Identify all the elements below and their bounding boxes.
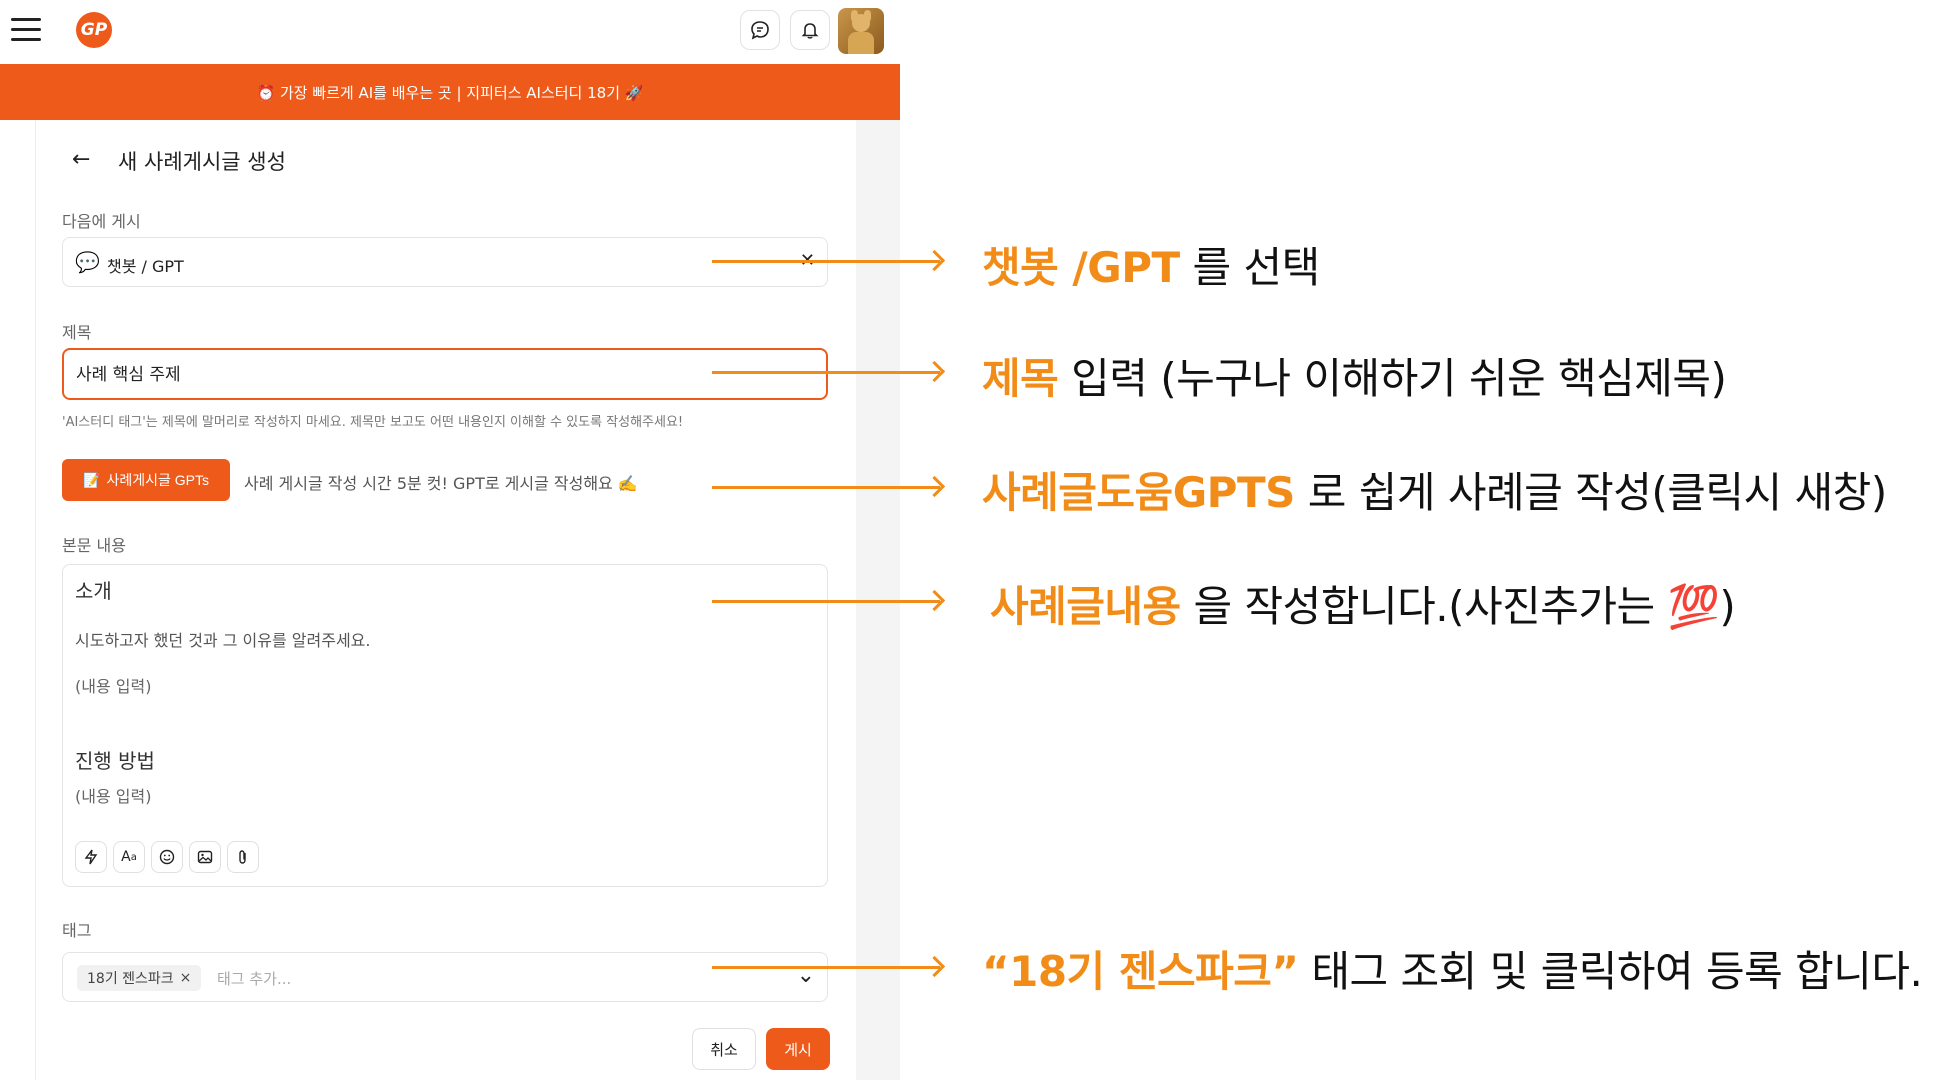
emoji-icon[interactable] (151, 841, 183, 873)
annotation-note-2: 제목 입력 (누구나 이해하기 쉬운 핵심제목) (982, 354, 1727, 403)
app-panel: GP ⏰ 가장 빠르게 AI를 배우는 곳 | 지피터스 AI스터디 18기 🚀… (0, 0, 900, 1080)
menu-icon[interactable] (11, 18, 41, 42)
chat-icon[interactable] (740, 10, 780, 50)
memo-icon: 📝 (83, 471, 101, 488)
annotation-arrow-5 (712, 966, 940, 969)
annotation-note-3: 사례글도움GPTS 로 쉽게 사례글 작성(클릭시 새창) (982, 468, 1887, 517)
cancel-button[interactable]: 취소 (692, 1028, 756, 1070)
gpts-button-label: 사례게시글 GPTs (106, 472, 209, 488)
editor-toolbar: Aa (75, 841, 259, 873)
attachment-icon[interactable] (227, 841, 259, 873)
speech-bubble-icon: 💬 (75, 250, 100, 274)
annotation-note-4: 사례글내용 을 작성합니다.(사진추가는 💯) (990, 582, 1736, 631)
body-placeholder-2: (내용 입력) (75, 787, 152, 806)
tag-input[interactable]: 태그 추가... (217, 968, 291, 989)
body-label: 본문 내용 (62, 536, 126, 555)
title-field[interactable] (62, 348, 828, 400)
body-heading-intro: 소개 (75, 579, 112, 603)
logo[interactable]: GP (76, 12, 112, 48)
tag-remove-icon[interactable]: × (180, 970, 192, 986)
top-bar: GP (0, 0, 900, 64)
body-editor[interactable]: 소개 시도하고자 했던 것과 그 이유를 알려주세요. (내용 입력) 진행 방… (62, 564, 828, 887)
tag-chip-label: 18기 젠스파크 (87, 971, 174, 987)
tag-label: 태그 (62, 921, 92, 940)
tag-chip[interactable]: 18기 젠스파크 × (77, 965, 202, 991)
board-value: 챗봇 / GPT (107, 257, 184, 276)
title-label: 제목 (62, 323, 92, 342)
image-icon[interactable] (189, 841, 221, 873)
body-paragraph-intro: 시도하고자 했던 것과 그 이유를 알려주세요. (75, 631, 371, 650)
page-title: 새 사례게시글 생성 (118, 150, 286, 174)
post-button[interactable]: 게시 (766, 1028, 830, 1070)
title-input[interactable] (76, 362, 776, 382)
avatar[interactable] (838, 8, 884, 54)
lightning-icon[interactable] (75, 841, 107, 873)
gpts-button[interactable]: 📝 사례게시글 GPTs (62, 459, 230, 501)
annotation-note-1: 챗봇 /GPT 를 선택 (982, 243, 1320, 292)
body-heading-method: 진행 방법 (75, 749, 155, 773)
tag-select[interactable]: 18기 젠스파크 × 태그 추가... ⌄ (62, 952, 828, 1002)
body-placeholder-1: (내용 입력) (75, 677, 152, 696)
annotation-arrow-4 (712, 600, 940, 603)
board-label: 다음에 게시 (62, 212, 141, 231)
title-hint: 'AI스터디 태그'는 제목에 말머리로 작성하지 마세요. 제목만 보고도 어… (62, 415, 684, 430)
font-style-icon[interactable]: Aa (113, 841, 145, 873)
gpts-description: 사례 게시글 작성 시간 5분 컷! GPT로 게시글 작성해요 ✍️ (244, 474, 638, 493)
annotation-arrow-1 (712, 260, 940, 263)
annotation-note-5: “18기 젠스파크” 태그 조회 및 클릭하여 등록 합니다. (982, 947, 1923, 996)
back-arrow-icon[interactable]: ← (72, 147, 90, 172)
annotation-arrow-2 (712, 371, 940, 374)
annotation-arrow-3 (712, 486, 940, 489)
left-gutter (0, 120, 36, 1080)
promo-banner[interactable]: ⏰ 가장 빠르게 AI를 배우는 곳 | 지피터스 AI스터디 18기 🚀 (0, 64, 900, 120)
bell-icon[interactable] (790, 10, 830, 50)
